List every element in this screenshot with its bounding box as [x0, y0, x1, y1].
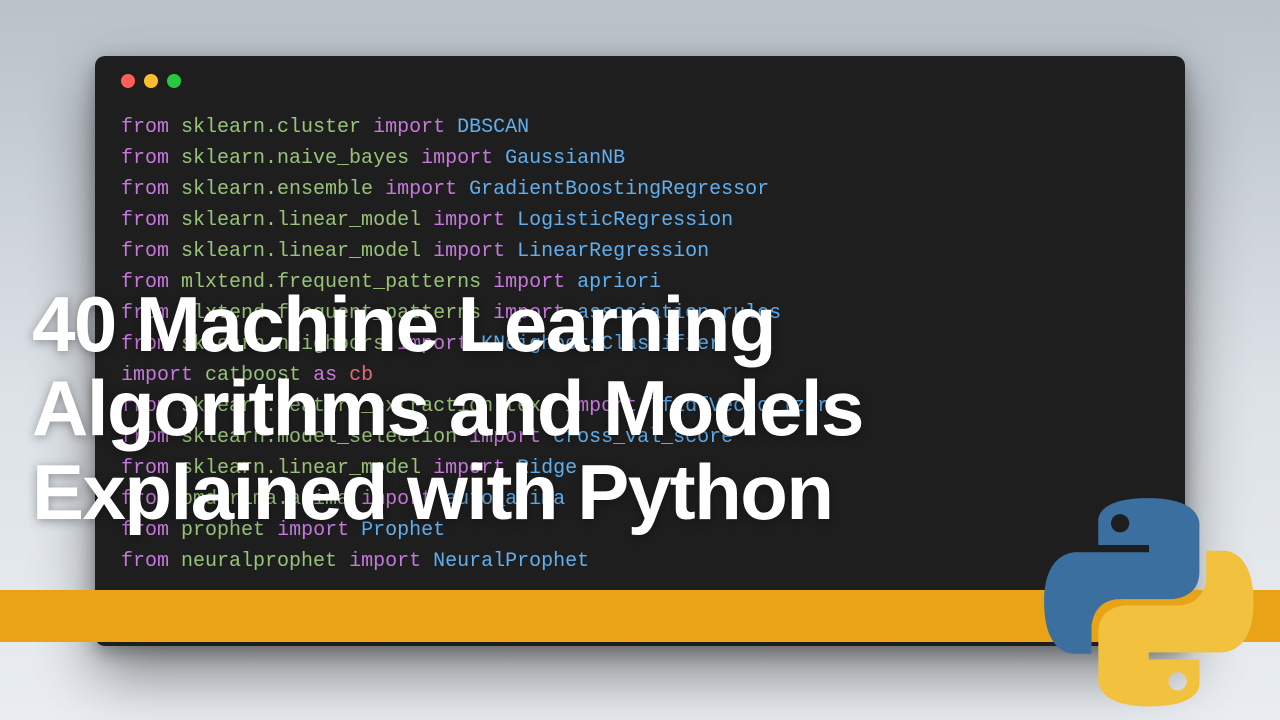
close-icon[interactable]: [121, 74, 135, 88]
minimize-icon[interactable]: [144, 74, 158, 88]
page-title: 40 Machine LearningAlgorithms and Models…: [32, 282, 863, 535]
window-controls: [121, 74, 1159, 88]
python-logo-icon: [1044, 498, 1254, 708]
maximize-icon[interactable]: [167, 74, 181, 88]
